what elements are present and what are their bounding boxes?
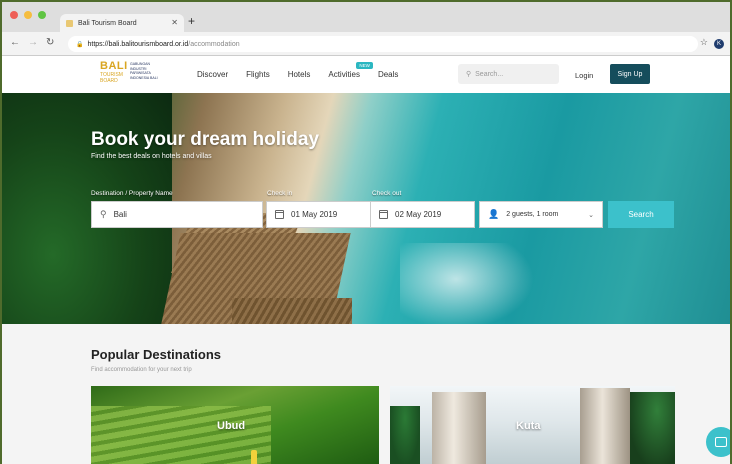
temple-gate-image bbox=[580, 388, 630, 464]
destination-name: Ubud bbox=[217, 420, 246, 432]
search-placeholder: Search... bbox=[475, 70, 504, 78]
destination-card-ubud[interactable]: Ubud bbox=[91, 386, 379, 464]
tab-title: Bali Tourism Board bbox=[78, 19, 137, 27]
guests-select[interactable]: 👤 2 guests, 1 room ⌄ bbox=[479, 201, 603, 228]
section-title: Popular Destinations bbox=[91, 347, 222, 362]
url-path: /accommodation bbox=[188, 40, 240, 48]
section-subtitle: Find accommodation for your next trip bbox=[91, 367, 192, 373]
nav-hotels[interactable]: Hotels bbox=[288, 70, 311, 79]
maximize-window-button[interactable] bbox=[38, 11, 46, 19]
favicon-icon bbox=[66, 19, 73, 27]
lock-icon: 🔒 bbox=[76, 41, 84, 48]
forward-arrow-icon[interactable]: → bbox=[28, 37, 38, 48]
url-field[interactable]: 🔒 https://bali.balitourismboard.or.id/ac… bbox=[68, 36, 698, 52]
person-image bbox=[251, 450, 257, 464]
logo-word-board: BOARD bbox=[100, 78, 118, 84]
destination-label: Destination / Property Name bbox=[91, 190, 173, 197]
url-host: https://bali.balitourismboard.or.id bbox=[87, 40, 189, 48]
search-icon: ⚲ bbox=[466, 71, 472, 78]
new-badge: NEW bbox=[356, 62, 373, 69]
checkin-field[interactable]: 01 May 2019 bbox=[266, 201, 371, 228]
signup-button[interactable]: Sign Up bbox=[610, 64, 650, 84]
calendar-icon bbox=[379, 210, 388, 219]
minimize-window-button[interactable] bbox=[24, 11, 32, 19]
nav-flights[interactable]: Flights bbox=[246, 70, 270, 79]
main-nav: Discover Flights Hotels Activities NEW D… bbox=[197, 62, 398, 79]
hero-subtitle: Find the best deals on hotels and villas bbox=[91, 153, 212, 160]
tab-bar: Bali Tourism Board ✕ + bbox=[2, 2, 730, 32]
close-tab-icon[interactable]: ✕ bbox=[171, 18, 178, 27]
calendar-icon bbox=[275, 210, 284, 219]
chat-icon bbox=[715, 437, 727, 447]
logo-tagline: GABUNGAN INDUSTRI PARIWISATA INDONESIA B… bbox=[130, 62, 158, 80]
site-header: BALI TOURISM BOARD GABUNGAN INDUSTRI PAR… bbox=[2, 57, 730, 93]
person-icon: 👤 bbox=[488, 209, 500, 219]
checkin-label: Check in bbox=[267, 190, 293, 197]
popular-destinations-section: Popular Destinations Find accommodation … bbox=[2, 324, 730, 464]
location-pin-icon: ⚲ bbox=[100, 209, 107, 219]
logo-word-bali: BALI bbox=[100, 60, 128, 72]
checkout-label: Check out bbox=[372, 190, 402, 197]
checkout-field[interactable]: 02 May 2019 bbox=[370, 201, 475, 228]
nav-discover[interactable]: Discover bbox=[197, 70, 228, 79]
back-arrow-icon[interactable]: ← bbox=[10, 37, 20, 48]
hero-roof-image bbox=[232, 298, 352, 324]
address-bar-row: ← → ↻ 🔒 https://bali.balitourismboard.or… bbox=[2, 32, 730, 56]
hero-title: Book your dream holiday bbox=[91, 129, 320, 150]
reload-icon[interactable]: ↻ bbox=[46, 37, 54, 48]
nav-activities[interactable]: Activities NEW bbox=[328, 62, 373, 79]
destination-card-kuta[interactable]: Kuta bbox=[390, 386, 675, 464]
guests-value: 2 guests, 1 room bbox=[506, 211, 559, 218]
chat-widget-button[interactable] bbox=[706, 427, 730, 457]
search-button[interactable]: Search bbox=[608, 201, 674, 228]
nav-deals[interactable]: Deals bbox=[378, 70, 398, 79]
checkin-value: 01 May 2019 bbox=[291, 210, 338, 219]
nav-activities-label: Activities bbox=[328, 70, 360, 79]
palm-image bbox=[390, 406, 420, 464]
browser-window: Bali Tourism Board ✕ + ← → ↻ 🔒 https://b… bbox=[0, 0, 732, 464]
temple-gate-image bbox=[432, 392, 486, 464]
hero-banner: Book your dream holiday Find the best de… bbox=[2, 93, 730, 324]
hero-surf-image bbox=[400, 243, 540, 324]
close-window-button[interactable] bbox=[10, 11, 18, 19]
destination-value: Bali bbox=[113, 210, 127, 219]
bali-tourism-board-logo[interactable]: BALI TOURISM BOARD GABUNGAN INDUSTRI PAR… bbox=[100, 61, 162, 89]
browser-tab[interactable]: Bali Tourism Board ✕ bbox=[60, 14, 184, 32]
destination-name: Kuta bbox=[516, 420, 541, 432]
site-search-input[interactable]: ⚲ Search... bbox=[458, 64, 559, 84]
checkout-value: 02 May 2019 bbox=[395, 210, 442, 219]
chevron-down-icon: ⌄ bbox=[588, 211, 594, 219]
rice-terrace-image bbox=[91, 406, 271, 464]
palm-image bbox=[630, 392, 675, 464]
new-tab-button[interactable]: + bbox=[188, 14, 195, 28]
profile-avatar[interactable]: K bbox=[714, 39, 724, 49]
login-link[interactable]: Login bbox=[575, 71, 593, 80]
destination-field[interactable]: ⚲ Bali bbox=[91, 201, 263, 228]
bookmark-star-icon[interactable]: ☆ bbox=[700, 37, 708, 48]
window-controls bbox=[10, 11, 46, 19]
